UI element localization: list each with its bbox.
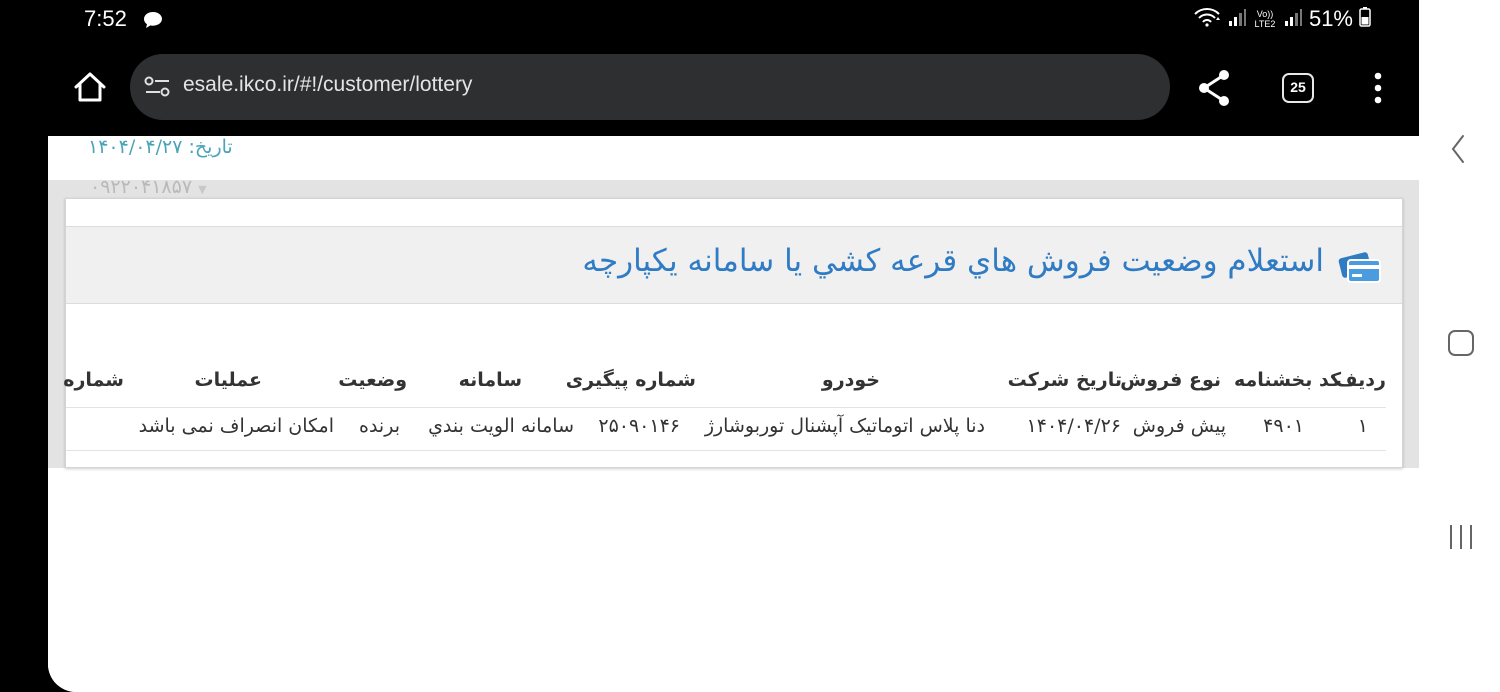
header-system: سامانه <box>458 369 522 391</box>
chevron-down-icon: ▼ <box>198 183 207 196</box>
cell-company-date: ۱۴۰۴/۰۴/۲۶ <box>1026 415 1121 437</box>
header-sale-type: نوع فروش <box>1120 369 1221 391</box>
recent-apps-icon[interactable] <box>1447 522 1475 556</box>
phone-screen: 7:52 Vo)) LTE2 51% esale.ikco.ir/#!/cust… <box>48 0 1419 692</box>
status-time: 7:52 <box>84 6 127 31</box>
home-icon[interactable] <box>70 68 110 108</box>
share-icon[interactable] <box>1196 68 1232 108</box>
battery-icon <box>1359 7 1371 31</box>
cell-circular-code: ۴۹۰۱ <box>1263 415 1304 437</box>
header-vehicle: خودرو <box>821 369 880 391</box>
credit-card-icon <box>1338 246 1382 290</box>
cell-status: برنده <box>359 415 400 437</box>
header-row: رديف <box>1335 369 1386 391</box>
row-divider <box>66 450 1386 451</box>
wifi-icon <box>1193 6 1221 32</box>
header-status: وضعيت <box>338 369 407 391</box>
panel-title: استعلام وضعيت فروش هاي قرعه کشي يا سامان… <box>582 243 1324 279</box>
system-navigation-bar <box>1419 0 1500 692</box>
tab-switcher-button[interactable]: 25 <box>1282 73 1314 103</box>
cell-vehicle: دنا پلاس اتوماتیک آپشنال توربوشارژ <box>704 415 985 437</box>
site-settings-icon[interactable] <box>144 75 172 103</box>
cell-sale-type: پیش فروش <box>1132 415 1226 437</box>
phone-number-dropdown[interactable]: ۰۹۲۲۰۴۱۸۵۷ ▼ <box>90 176 207 198</box>
header-number: شماره <box>63 369 124 391</box>
results-table: رديف کد بخشنامه نوع فروش تاریخ شرکت خودر… <box>63 359 1404 451</box>
cell-row: ۱ <box>1357 415 1368 437</box>
status-icons: Vo)) LTE2 51% <box>1193 4 1371 34</box>
network-type-label: Vo)) LTE2 <box>1254 9 1276 29</box>
url-text[interactable]: esale.ikco.ir/#!/customer/lottery <box>183 73 472 97</box>
header-circular-code: کد بخشنامه <box>1234 369 1341 391</box>
cell-tracking: ۲۵۰۹۰۱۴۶ <box>598 415 680 437</box>
page-content: تاریخ: ۱۴۰۴/۰۴/۲۷ ۰۹۲۲۰۴۱۸۵۷ ▼ استعلام وض… <box>48 136 1419 692</box>
header-company-date: تاریخ شرکت <box>1007 369 1122 391</box>
signal-bars-2-icon <box>1283 7 1303 31</box>
cell-operations: امکان انصراف نمی باشد <box>138 415 334 437</box>
more-options-icon[interactable] <box>1366 70 1390 106</box>
signal-bars-icon <box>1227 7 1247 31</box>
header-tracking: شماره پیگیری <box>565 369 696 391</box>
address-bar[interactable]: esale.ikco.ir/#!/customer/lottery <box>130 54 1170 120</box>
panel-header: استعلام وضعيت فروش هاي قرعه کشي يا سامان… <box>66 226 1402 304</box>
back-icon[interactable] <box>1450 134 1466 168</box>
browser-toolbar: esale.ikco.ir/#!/customer/lottery 25 <box>48 40 1419 136</box>
phone-number-value: ۰۹۲۲۰۴۱۸۵۷ <box>90 176 193 198</box>
home-nav-icon[interactable] <box>1447 329 1475 361</box>
chat-notification-icon <box>143 11 163 33</box>
lottery-status-panel: استعلام وضعيت فروش هاي قرعه کشي يا سامان… <box>63 198 1404 468</box>
date-label: تاریخ: ۱۴۰۴/۰۴/۲۷ <box>88 136 233 158</box>
status-bar: 7:52 Vo)) LTE2 51% <box>48 0 1419 40</box>
battery-percent: 51% <box>1308 6 1353 31</box>
cell-system: سامانه الويت بندي <box>428 415 574 437</box>
header-operations: عملیات <box>194 369 262 391</box>
row-divider <box>66 407 1386 408</box>
